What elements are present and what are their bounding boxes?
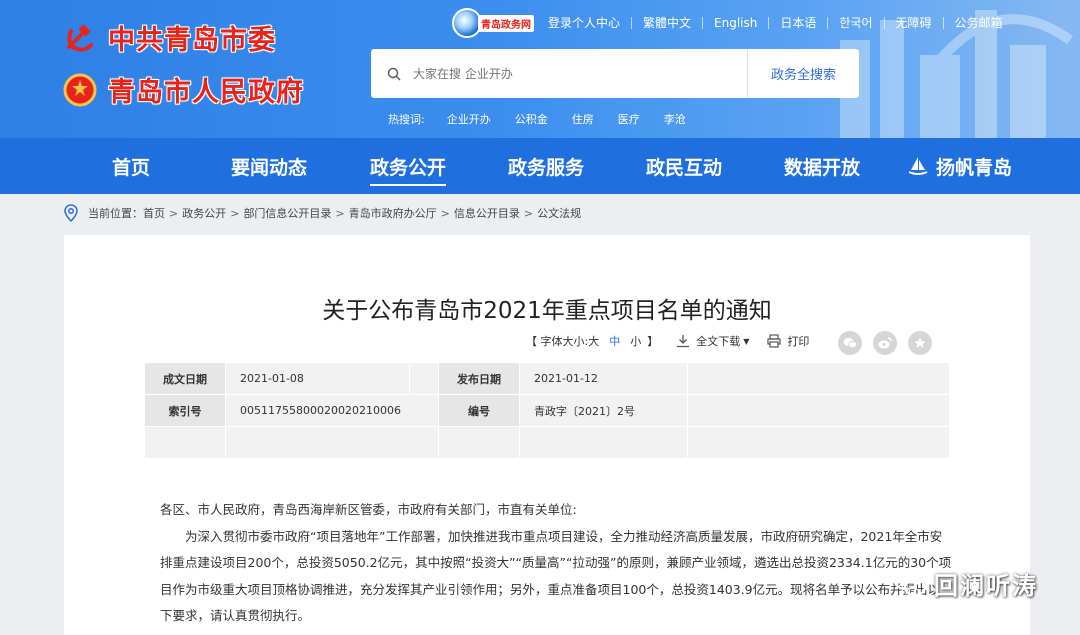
breadcrumb-item[interactable]: 公文法规 — [537, 205, 581, 221]
site-logo[interactable]: 青岛政务网 — [452, 8, 534, 38]
national-emblem-icon — [62, 72, 98, 108]
location-pin-icon — [64, 204, 78, 222]
meta-row — [144, 426, 950, 459]
site-logo-text: 青岛政务网 — [478, 14, 534, 32]
nav-news[interactable]: 要闻动态 — [231, 138, 307, 194]
weibo-share-icon[interactable] — [873, 331, 897, 355]
breadcrumb-separator: > — [523, 206, 534, 220]
meta-key-index: 索引号 — [144, 394, 226, 427]
body-paragraph: 各区、市人民政府，青岛西海岸新区管委，市政府有关部门，市直有关单位: — [160, 502, 577, 517]
breadcrumb-separator: > — [230, 206, 240, 220]
meta-value-published: 2021-01-12 — [519, 362, 688, 395]
meta-row: 索引号 00511755800020020210006 编号 青政字〔2021〕… — [144, 394, 950, 427]
hot-search: 热搜词: 企业开办 公积金 住房 医疗 李沧 — [388, 111, 710, 127]
site-header: 中共青岛市委 青岛市人民政府 青岛政务网 登录个人中心 繁體中文 English… — [0, 0, 1080, 138]
chevron-down-icon: ▼ — [743, 336, 750, 346]
breadcrumb-item[interactable]: 政务公开 — [182, 205, 226, 221]
meta-key-created: 成文日期 — [144, 362, 226, 395]
body-paragraph: 为深入贯彻市委市政府“项目落地年”工作部署，加快推进我市重点项目建设，全力推动经… — [160, 528, 952, 624]
nav-home[interactable]: 首页 — [112, 138, 150, 194]
link-official-mail[interactable]: 公务邮箱 — [942, 17, 1014, 29]
top-bar: 青岛政务网 登录个人中心 繁體中文 English 日本语 한국어 无障碍 公务… — [452, 6, 1014, 40]
meta-empty-cell — [225, 426, 439, 459]
gov-logo[interactable]: 青岛市人民政府 — [62, 70, 304, 109]
nav-gov-services[interactable]: 政务服务 — [508, 138, 584, 194]
breadcrumb-item[interactable]: 信息公开目录 — [454, 205, 520, 221]
hot-word[interactable]: 住房 — [572, 111, 594, 127]
download-icon — [677, 335, 690, 348]
document-body: 各区、市人民政府，青岛西海岸新区管委，市政府有关部门，市直有关单位: 为深入贯彻… — [160, 497, 952, 630]
party-logo[interactable]: 中共青岛市委 — [62, 18, 276, 57]
link-japanese[interactable]: 日本语 — [768, 17, 827, 29]
search-input[interactable] — [413, 66, 733, 81]
document-card: 关于公布青岛市2021年重点项目名单的通知 【 字体大小: 大 中 小 】 全文… — [64, 235, 1030, 635]
breadcrumb: 当前位置： 首页 > 政务公开 > 部门信息公开目录 > 青岛市政府办公厅 > … — [64, 204, 581, 222]
meta-empty-cell — [687, 394, 950, 427]
document-toolbar: 【 字体大小: 大 中 小 】 全文下载 ▼ 打印 — [526, 333, 809, 349]
search-box: 政务全搜索 — [371, 49, 859, 98]
link-accessibility[interactable]: 无障碍 — [883, 17, 943, 29]
breadcrumb-item[interactable]: 首页 — [143, 205, 165, 221]
font-size-medium[interactable]: 中 — [609, 333, 620, 349]
gov-name: 青岛市人民政府 — [108, 77, 304, 108]
search-icon — [387, 67, 401, 80]
link-korean[interactable]: 한국어 — [827, 17, 883, 29]
nav-sail-label: 扬帆青岛 — [936, 156, 1013, 179]
meta-value-created: 2021-01-08 — [225, 362, 410, 395]
breadcrumb-item[interactable]: 青岛市政府办公厅 — [349, 205, 437, 221]
meta-row: 成文日期 2021-01-08 发布日期 2021-01-12 — [144, 362, 950, 395]
nav-gov-affairs-open[interactable]: 政务公开 — [370, 138, 447, 194]
breadcrumb-separator: > — [335, 206, 345, 220]
link-login[interactable]: 登录个人中心 — [548, 17, 631, 29]
print-button[interactable]: 打印 — [787, 333, 809, 349]
hot-search-label: 热搜词: — [388, 113, 425, 126]
nav-sail-qingdao[interactable]: 扬帆青岛 — [908, 138, 1012, 194]
watermark-name: 回澜听涛 — [934, 571, 1038, 600]
print-icon — [767, 334, 781, 348]
meta-value-index: 00511755800020020210006 — [225, 394, 439, 427]
main-nav: 首页 要闻动态 政务公开 政务服务 政民互动 数据开放 扬帆青岛 — [0, 138, 1080, 194]
meta-empty-cell — [687, 362, 950, 395]
hot-word[interactable]: 李沧 — [664, 111, 686, 127]
meta-value-number: 青政字〔2021〕2号 — [519, 394, 688, 427]
meta-empty-cell — [438, 426, 520, 459]
search-button[interactable]: 政务全搜索 — [747, 49, 859, 98]
top-links: 登录个人中心 繁體中文 English 日本语 한국어 无障碍 公务邮箱 — [548, 17, 1014, 29]
download-button[interactable]: 全文下载 — [696, 333, 740, 349]
hot-word[interactable]: 企业开办 — [447, 111, 491, 127]
meta-empty-cell — [144, 426, 226, 459]
document-meta-table: 成文日期 2021-01-08 发布日期 2021-01-12 索引号 0051… — [144, 362, 950, 459]
meta-key-published: 发布日期 — [438, 362, 520, 395]
meta-empty-cell — [519, 426, 688, 459]
nav-interaction[interactable]: 政民互动 — [646, 138, 722, 194]
link-traditional-chinese[interactable]: 繁體中文 — [631, 17, 702, 29]
font-size-large[interactable]: 大 — [588, 333, 599, 349]
share-bar — [827, 331, 932, 355]
breadcrumb-separator: > — [169, 206, 179, 220]
font-size-close: 】 — [647, 335, 659, 348]
meta-key-number: 编号 — [438, 394, 520, 427]
sailboat-icon — [908, 157, 928, 175]
document-title: 关于公布青岛市2021年重点项目名单的通知 — [322, 298, 772, 324]
breadcrumb-label: 当前位置： — [88, 207, 143, 220]
wechat-share-icon[interactable] — [838, 331, 862, 355]
wechat-icon — [892, 567, 927, 597]
breadcrumb-item[interactable]: 部门信息公开目录 — [243, 205, 331, 221]
party-emblem-icon — [62, 20, 98, 56]
hot-word[interactable]: 公积金 — [515, 111, 548, 127]
wechat-watermark: 回澜听涛 — [892, 565, 1038, 601]
party-name: 中共青岛市委 — [108, 25, 276, 56]
font-size-small[interactable]: 小 — [630, 333, 641, 349]
nav-open-data[interactable]: 数据开放 — [784, 138, 860, 194]
hot-word[interactable]: 医疗 — [618, 111, 640, 127]
meta-empty-cell — [687, 426, 950, 459]
favorite-star-icon[interactable] — [908, 331, 932, 355]
font-size-open: 【 字体大小: — [526, 335, 589, 348]
link-english[interactable]: English — [702, 17, 768, 29]
breadcrumb-separator: > — [440, 206, 450, 220]
